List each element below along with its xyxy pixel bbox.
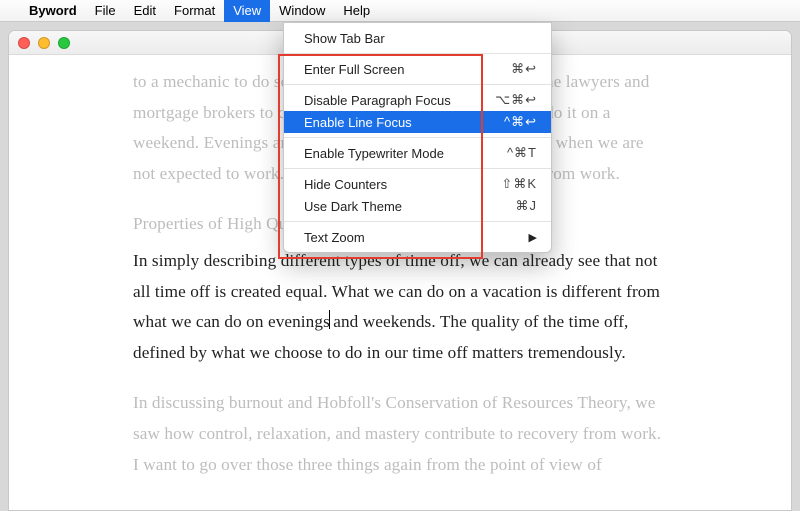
menubar-view[interactable]: View: [224, 0, 270, 22]
menu-show-tab-bar[interactable]: Show Tab Bar: [284, 27, 551, 49]
menubar-app-name[interactable]: Byword: [20, 0, 86, 22]
paragraph-dimmed: In discussing burnout and Hobfoll's Cons…: [133, 388, 667, 480]
menu-shortcut: ^⌘↩: [504, 114, 537, 130]
menu-enable-line-focus[interactable]: Enable Line Focus ^⌘↩: [284, 111, 551, 133]
menu-label: Enable Line Focus: [304, 115, 412, 130]
menu-separator: [284, 221, 551, 222]
menu-shortcut: ⌘↩: [511, 61, 537, 77]
menu-label: Use Dark Theme: [304, 199, 402, 214]
menubar-format[interactable]: Format: [165, 0, 224, 22]
menu-label: Enter Full Screen: [304, 62, 404, 77]
menu-label: Show Tab Bar: [304, 31, 385, 46]
menu-separator: [284, 53, 551, 54]
menubar-edit[interactable]: Edit: [125, 0, 165, 22]
menubar-window[interactable]: Window: [270, 0, 334, 22]
menu-shortcut: ⇧⌘K: [501, 176, 537, 192]
menu-disable-paragraph-focus[interactable]: Disable Paragraph Focus ⌥⌘↩: [284, 89, 551, 111]
menu-separator: [284, 137, 551, 138]
menu-label: Disable Paragraph Focus: [304, 93, 451, 108]
menu-shortcut: ⌥⌘↩: [495, 92, 537, 108]
menu-enter-full-screen[interactable]: Enter Full Screen ⌘↩: [284, 58, 551, 80]
chevron-right-icon: ▶: [529, 231, 537, 244]
menubar-file[interactable]: File: [86, 0, 125, 22]
menubar-help[interactable]: Help: [334, 0, 379, 22]
view-menu: Show Tab Bar Enter Full Screen ⌘↩ Disabl…: [283, 22, 552, 253]
paragraph-focused: In simply describing different types of …: [133, 246, 667, 368]
menu-separator: [284, 84, 551, 85]
menu-label: Hide Counters: [304, 177, 387, 192]
menubar: Byword File Edit Format View Window Help: [0, 0, 800, 22]
menu-hide-counters[interactable]: Hide Counters ⇧⌘K: [284, 173, 551, 195]
menu-separator: [284, 168, 551, 169]
menu-label: Enable Typewriter Mode: [304, 146, 444, 161]
menu-shortcut: ⌘J: [516, 198, 538, 214]
menu-shortcut: ^⌘T: [507, 145, 537, 161]
traffic-light-zoom-icon[interactable]: [58, 37, 70, 49]
menu-label: Text Zoom: [304, 230, 365, 245]
traffic-light-minimize-icon[interactable]: [38, 37, 50, 49]
menu-enable-typewriter-mode[interactable]: Enable Typewriter Mode ^⌘T: [284, 142, 551, 164]
menu-use-dark-theme[interactable]: Use Dark Theme ⌘J: [284, 195, 551, 217]
traffic-light-close-icon[interactable]: [18, 37, 30, 49]
menu-text-zoom[interactable]: Text Zoom ▶: [284, 226, 551, 248]
